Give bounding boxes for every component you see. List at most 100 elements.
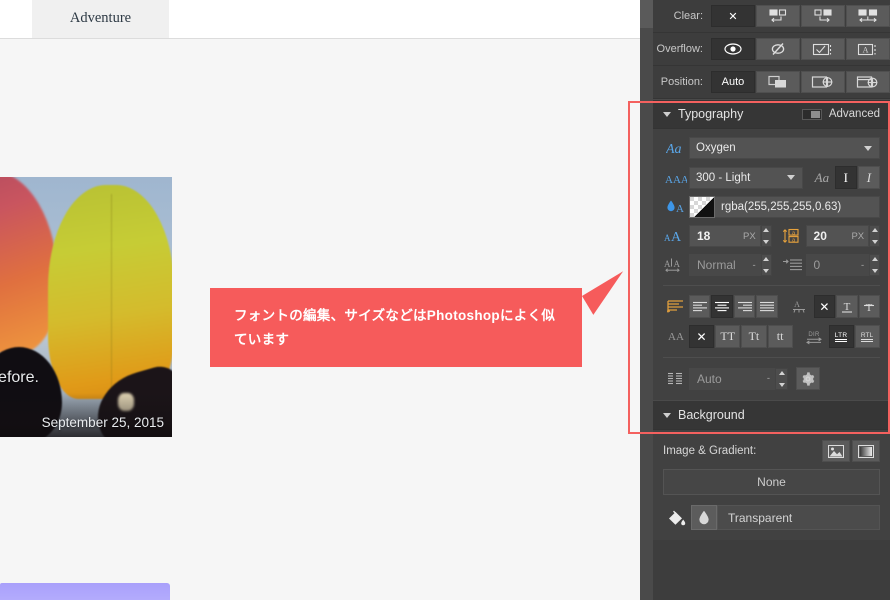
transform-none-glyph: ✕ [696, 329, 707, 344]
decoration-none-button[interactable]: ✕ [813, 295, 836, 318]
background-title: Background [678, 408, 745, 422]
hero-image[interactable]: een before. September 25, 2015 [0, 177, 172, 437]
decoration-none-glyph: ✕ [819, 299, 830, 314]
letter-spacing-value: Normal [697, 258, 736, 272]
font-weight-select[interactable]: 300 - Light [689, 166, 803, 189]
chevron-down-icon[interactable] [787, 175, 795, 180]
svg-text:A: A [671, 230, 682, 244]
text-indent-icon [780, 255, 806, 275]
font-size-input[interactable]: 18 PX [689, 225, 761, 247]
paint-bucket-icon [663, 508, 691, 528]
transform-uppercase-button[interactable]: TT [715, 325, 741, 348]
svg-text:A: A [676, 203, 684, 215]
clear-both-icon[interactable] [846, 5, 890, 27]
color-swatch[interactable] [689, 196, 715, 218]
properties-panel[interactable]: Clear: ✕ Overflow: A Position: Auto Typo… [640, 0, 890, 600]
position-fixed-icon[interactable] [846, 71, 890, 93]
font-color-field[interactable]: rgba(255,255,255,0.63) [715, 196, 880, 218]
background-controls[interactable]: Image & Gradient: None Transparent [653, 430, 890, 540]
position-auto-button[interactable]: Auto [711, 71, 755, 93]
text-direction-icon: DIR [803, 327, 829, 347]
position-row: Position: Auto [653, 66, 890, 99]
align-right-icon[interactable] [733, 295, 756, 318]
overflow-visible-icon[interactable] [711, 38, 755, 60]
transform-capitalize-label: Tt [748, 329, 760, 343]
fill-value-field[interactable]: Transparent [717, 505, 880, 530]
direction-ltr-button[interactable]: LTR [828, 325, 854, 348]
chevron-down-icon[interactable] [864, 145, 872, 151]
font-style-upright-label: I [843, 169, 848, 185]
transform-none-button[interactable]: ✕ [689, 325, 715, 348]
clear-button-group[interactable]: ✕ [711, 5, 890, 27]
align-center-icon[interactable] [711, 295, 733, 318]
fill-color-chip[interactable] [691, 505, 717, 530]
typography-controls[interactable]: Aa Oxygen AAA 300 - Light Aa I I A rgba(… [653, 129, 890, 400]
letter-spacing-stepper[interactable] [760, 254, 772, 276]
fill-value: Transparent [728, 510, 793, 525]
text-indent-input[interactable]: 0 - [805, 254, 870, 276]
direction-rtl-button[interactable]: RTL [854, 325, 881, 348]
decoration-underline-icon[interactable]: T [836, 295, 858, 318]
position-absolute-icon[interactable] [801, 71, 845, 93]
overflow-auto-icon[interactable]: A [846, 38, 890, 60]
letter-spacing-icon: A A [663, 255, 689, 275]
adventure-tab[interactable]: Adventure [32, 0, 169, 38]
image-icon[interactable] [822, 440, 850, 462]
font-family-value: Oxygen [696, 142, 736, 154]
text-indent-value: 0 [813, 258, 821, 272]
font-style-normal-icon[interactable]: Aa [811, 166, 833, 189]
chevron-down-icon[interactable] [663, 111, 671, 117]
svg-text:A: A [664, 233, 671, 243]
overflow-button-group[interactable]: A [711, 38, 890, 60]
font-size-unit: PX [742, 230, 756, 242]
gradient-icon[interactable] [852, 440, 880, 462]
svg-text:A: A [674, 259, 681, 269]
line-height-stepper[interactable] [869, 225, 880, 247]
align-justify-icon[interactable] [756, 295, 778, 318]
font-family-select[interactable]: Oxygen [689, 137, 880, 159]
typography-section-header[interactable]: Typography Advanced [653, 99, 890, 129]
screen: Adventure een before. September 25, 2015… [0, 0, 890, 600]
clear-left-icon[interactable] [756, 5, 800, 27]
clear-row: Clear: ✕ [653, 0, 890, 33]
letter-spacing-input[interactable]: Normal - [689, 254, 761, 276]
font-weight-value: 300 - Light [696, 171, 751, 184]
svg-text:Aa: Aa [666, 142, 682, 156]
clear-right-icon[interactable] [801, 5, 845, 27]
line-height-input[interactable]: 20 PX [805, 225, 870, 247]
background-none-button[interactable]: None [663, 469, 880, 495]
font-style-italic-button[interactable]: I [857, 166, 880, 189]
columns-stepper[interactable] [775, 367, 788, 390]
columns-input[interactable]: Auto - [689, 367, 775, 390]
image-gradient-label: Image & Gradient: [663, 445, 757, 457]
gear-icon[interactable] [796, 367, 820, 390]
advanced-toggle[interactable] [801, 108, 822, 120]
annotation-callout-text: フォントの編集、サイズなどはPhotoshopによく似ています [234, 308, 556, 347]
background-section-header[interactable]: Background [653, 400, 890, 430]
typography-title: Typography [678, 107, 744, 121]
purple-content-block[interactable] [0, 583, 170, 600]
transform-lowercase-button[interactable]: tt [767, 325, 793, 348]
letterspacing-indent-row: A A Normal - 0 - [663, 254, 880, 276]
annotation-callout: フォントの編集、サイズなどはPhotoshopによく似ています [210, 288, 582, 367]
clear-none-icon[interactable]: ✕ [711, 5, 755, 27]
font-size-stepper[interactable] [760, 225, 772, 247]
transform-lowercase-label: tt [776, 329, 784, 343]
advanced-toggle-group[interactable]: Advanced [801, 108, 880, 120]
position-button-group[interactable]: Auto [711, 71, 890, 93]
line-height-unit: PX [851, 230, 865, 242]
position-relative-icon[interactable] [756, 71, 800, 93]
text-indent-stepper[interactable] [869, 254, 880, 276]
background-none-label: None [757, 475, 786, 489]
chevron-down-icon[interactable] [663, 412, 671, 418]
overflow-scroll-icon[interactable] [801, 38, 845, 60]
panel-body[interactable]: Clear: ✕ Overflow: A Position: Auto Typo… [653, 0, 890, 600]
font-family-icon: Aa [663, 138, 689, 158]
transform-capitalize-button[interactable]: Tt [741, 325, 767, 348]
decoration-strikethrough-icon[interactable]: T [858, 295, 880, 318]
image-gradient-buttons[interactable] [822, 440, 880, 462]
overflow-hidden-icon[interactable] [756, 38, 800, 60]
font-style-upright-button[interactable]: I [834, 166, 857, 189]
svg-text:RTL: RTL [861, 332, 874, 339]
align-left-icon[interactable] [689, 295, 711, 318]
